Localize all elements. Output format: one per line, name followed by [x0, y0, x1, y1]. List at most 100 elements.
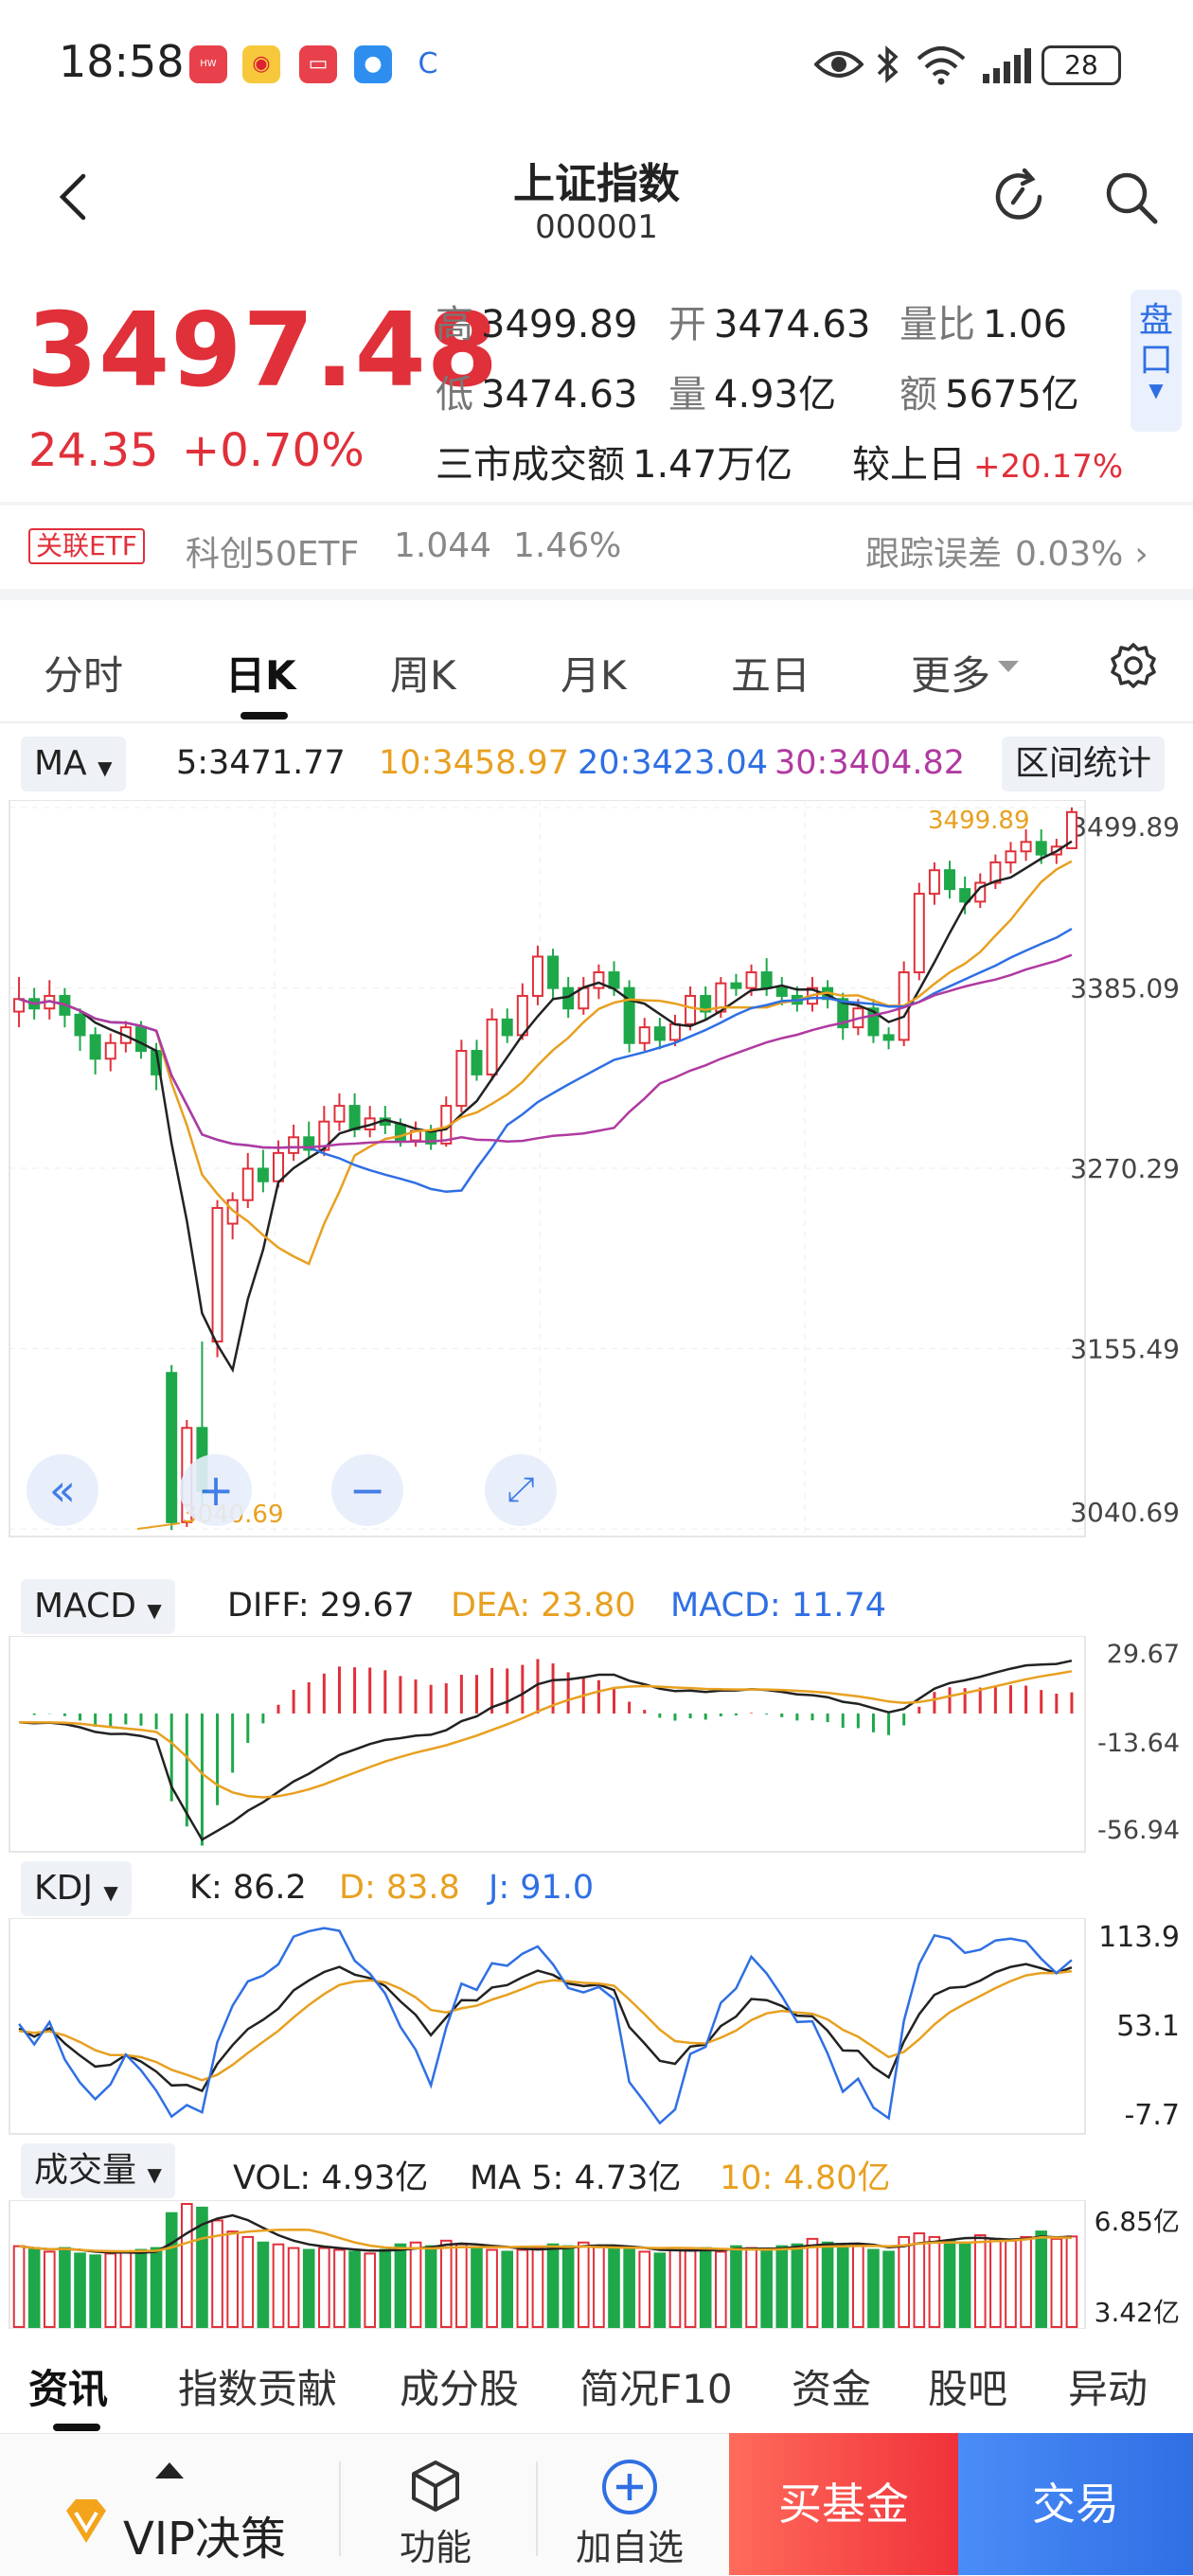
volume-bar	[973, 2233, 987, 2328]
candle	[394, 1124, 406, 1142]
battery-indicator: 28	[1042, 45, 1121, 85]
candle	[486, 1018, 498, 1075]
volume-chart[interactable]: 6.85亿 3.42亿	[0, 2200, 1193, 2329]
tab-3[interactable]: 月K	[561, 644, 627, 702]
signal-icon	[983, 48, 1031, 83]
candle	[1035, 841, 1047, 856]
bottom-tab-3[interactable]: 简况F10	[579, 2357, 733, 2415]
ma30-value: 30:3404.82	[775, 744, 966, 782]
volume-bar	[898, 2235, 911, 2328]
price-change-pct: +0.70%	[182, 424, 365, 477]
bottom-tab-6[interactable]: 异动	[1068, 2357, 1148, 2415]
volume-bar	[577, 2241, 590, 2328]
volume-bar	[394, 2243, 407, 2328]
volume-bar	[608, 2247, 620, 2329]
trade-button[interactable]: 交易	[958, 2433, 1193, 2575]
volume-bar	[775, 2245, 789, 2328]
tab-4[interactable]: 五日	[731, 644, 810, 702]
volume-bar	[302, 2248, 315, 2328]
tab-underline	[240, 712, 288, 720]
kdj-j: J: 91.0	[489, 1869, 595, 1907]
volume-value: VOL: 4.93亿	[233, 2159, 429, 2197]
macd-chart[interactable]: 29.67 -13.64 -56.94	[0, 1636, 1193, 1854]
candle	[775, 986, 788, 997]
volume-ma10: 10: 4.80亿	[720, 2159, 891, 2197]
kdj-chart[interactable]: 113.9 53.1 -7.7	[0, 1918, 1193, 2136]
status-time: 18:58	[59, 36, 185, 87]
candlestick-chart[interactable]: 3499.89 3385.09 3270.29 3155.49 3040.69 3499.…	[0, 800, 1193, 1538]
volume-bar	[89, 2254, 101, 2328]
bottom-tab-0[interactable]: 资讯	[28, 2357, 108, 2415]
bottom-tab-5[interactable]: 股吧	[928, 2357, 1007, 2415]
y-tick-label: 53.1	[1116, 2010, 1180, 2043]
gear-icon[interactable]	[1108, 640, 1159, 691]
browser-icon: C	[409, 45, 447, 83]
candle	[578, 986, 590, 1010]
volume-bar	[806, 2237, 819, 2329]
candle	[257, 1167, 269, 1182]
ma-selector[interactable]: MA ▼	[21, 737, 126, 791]
etf-badge: 关联ETF	[28, 528, 145, 564]
y-tick-label: 3385.09	[1070, 973, 1180, 1004]
wifi-icon	[917, 46, 966, 85]
y-tick-label: -13.64	[1097, 1729, 1180, 1758]
scroll-left-button[interactable]: «	[27, 1454, 98, 1526]
volume-bar	[287, 2247, 300, 2329]
volume-bar	[668, 2247, 682, 2329]
etf-name[interactable]: 科创50ETF	[186, 526, 359, 576]
bottom-tab-1[interactable]: 指数贡献	[178, 2357, 337, 2415]
stat-market-turnover: 三市成交额 1.47万亿	[436, 443, 793, 487]
tab-2[interactable]: 周K	[390, 644, 456, 702]
volume-bar	[653, 2252, 667, 2328]
candle	[348, 1105, 361, 1130]
status-bar: 18:58 HW ◉ ▭ ● C 28	[0, 0, 1193, 133]
function-button[interactable]: 功能	[400, 2518, 472, 2570]
volume-bar	[119, 2250, 133, 2328]
kdj-selector[interactable]: KDJ ▼	[21, 1861, 132, 1916]
stat-open: 开 3474.63	[668, 303, 871, 346]
fullscreen-button[interactable]: ⤢	[485, 1454, 557, 1526]
tab-5[interactable]: 更多	[911, 644, 990, 702]
chevron-right-icon: ›	[1134, 535, 1148, 574]
caret-up-icon[interactable]	[153, 2460, 186, 2480]
volume-bar	[546, 2243, 560, 2328]
range-stats-button[interactable]: 区间统计	[1002, 737, 1166, 791]
candle	[104, 1041, 116, 1060]
eye-icon	[814, 51, 864, 78]
bottom-tab-4[interactable]: 资金	[792, 2357, 871, 2415]
refresh-icon[interactable]	[988, 167, 1049, 227]
tab-0[interactable]: 分时	[44, 644, 123, 702]
zoom-out-button[interactable]: −	[331, 1454, 403, 1526]
cube-icon	[412, 2461, 459, 2512]
candle	[531, 955, 543, 997]
volume-bar	[1050, 2237, 1063, 2329]
candle	[928, 869, 940, 896]
volume-bar	[348, 2250, 361, 2328]
tracking-error[interactable]: 跟踪误差 0.03% ›	[865, 526, 1148, 576]
ma5-value: 5:3471.77	[176, 744, 346, 782]
kdj-d: D: 83.8	[339, 1869, 460, 1907]
volume-bar	[791, 2243, 804, 2328]
plot-frame	[9, 1918, 1086, 2135]
zoom-in-button[interactable]: +	[180, 1454, 252, 1526]
volume-bar	[1020, 2235, 1032, 2328]
tab-1[interactable]: 日K	[225, 644, 296, 702]
vip-decision-button[interactable]: VIP决策	[123, 2501, 286, 2567]
search-icon[interactable]	[1102, 169, 1161, 227]
candle	[1005, 850, 1017, 863]
bottom-tab-2[interactable]: 成分股	[400, 2357, 519, 2415]
y-tick-label: 3040.69	[1070, 1497, 1180, 1528]
volume-bar	[989, 2237, 1002, 2329]
volume-bar	[623, 2248, 635, 2328]
volume-selector[interactable]: 成交量 ▼	[21, 2143, 175, 2198]
volume-bar	[180, 2203, 193, 2328]
volume-bar	[379, 2248, 392, 2328]
kdj-k: K: 86.2	[189, 1869, 307, 1907]
buy-fund-button[interactable]: 买基金	[729, 2433, 958, 2575]
ma30-line	[18, 953, 1073, 1149]
add-watchlist-button[interactable]: 加自选	[576, 2518, 684, 2570]
volume-bar	[27, 2248, 41, 2328]
macd-selector[interactable]: MACD ▼	[21, 1579, 175, 1634]
divider	[339, 2461, 341, 2556]
pankou-button[interactable]: 盘口 ▼	[1131, 290, 1182, 432]
